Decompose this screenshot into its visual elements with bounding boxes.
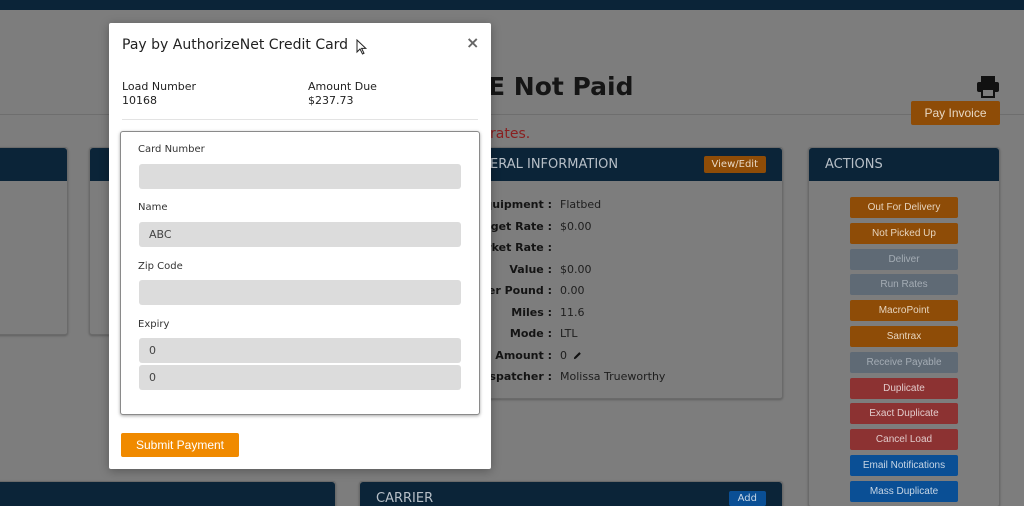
action-deliver-button[interactable]: Deliver <box>850 248 958 270</box>
bottom-left-panel <box>0 481 336 506</box>
expiry-year-input[interactable]: 0 <box>139 365 461 390</box>
info-row: Value : $0.00 <box>474 259 784 281</box>
info-row: Mode : LTL <box>474 323 784 345</box>
general-information-panel: ERAL INFORMATION View/Edit Equipment : Fl… <box>473 147 783 399</box>
info-row-value: 0 <box>560 348 567 362</box>
carrier-title: CARRIER <box>376 491 434 506</box>
expiry-label: Expiry <box>138 319 170 330</box>
load-number-label: Load Number <box>122 80 197 93</box>
rates-notice: rates. <box>490 126 531 142</box>
actions-header: ACTIONS <box>809 148 999 181</box>
info-row: Dispatcher : Molissa Trueworthy <box>474 366 784 388</box>
action-santrax-button[interactable]: Santrax <box>850 325 958 347</box>
pencil-icon[interactable] <box>573 351 582 360</box>
info-row-value: Flatbed <box>560 198 602 212</box>
close-icon[interactable]: × <box>466 35 479 51</box>
info-row-value: $0.00 <box>560 219 592 233</box>
action-not-picked-up-button[interactable]: Not Picked Up <box>850 222 958 244</box>
info-row: D Amount :0 <box>474 345 784 367</box>
pay-invoice-button[interactable]: Pay Invoice <box>911 101 1000 125</box>
info-row-value: $0.00 <box>560 262 592 276</box>
amount-due-value: $237.73 <box>308 94 354 107</box>
action-exact-duplicate-button[interactable]: Exact Duplicate <box>850 403 958 425</box>
bottom-left-panel-header <box>0 482 335 506</box>
info-row-value: 0.00 <box>560 284 585 298</box>
action-receive-payable-button[interactable]: Receive Payable <box>850 351 958 373</box>
add-carrier-button[interactable]: Add <box>728 491 766 506</box>
info-row-value: LTL <box>560 327 578 341</box>
expiry-month-input[interactable]: 0 <box>139 338 461 363</box>
zip-code-input[interactable] <box>139 280 461 305</box>
payment-modal: Pay by AuthorizeNet Credit Card × Load N… <box>109 23 491 469</box>
zip-code-label: Zip Code <box>138 261 183 272</box>
card-number-input[interactable] <box>139 164 461 189</box>
info-row: Per Pound :0.00 <box>474 280 784 302</box>
info-row: arket Rate : <box>474 237 784 259</box>
mouse-cursor-icon <box>356 39 368 55</box>
action-macropoint-button[interactable]: MacroPoint <box>850 300 958 322</box>
card-form: Card Number Name ABC Zip Code Expiry 0 0 <box>120 131 480 415</box>
page-title: E Not Paid <box>488 72 634 101</box>
name-input[interactable]: ABC <box>139 222 461 247</box>
info-row: Miles :11.6 <box>474 302 784 324</box>
printer-icon[interactable] <box>976 76 1000 98</box>
actions-panel: ACTIONS Out For Delivery Not Picked Up Del… <box>808 147 1000 506</box>
general-information-header: ERAL INFORMATION View/Edit <box>474 148 782 181</box>
general-information-title: ERAL INFORMATION <box>490 157 619 172</box>
card-number-label: Card Number <box>138 144 205 155</box>
modal-title: Pay by AuthorizeNet Credit Card <box>122 37 349 53</box>
carrier-header: CARRIER Add <box>360 482 782 506</box>
actions-title: ACTIONS <box>825 157 883 172</box>
view-edit-button[interactable]: View/Edit <box>703 156 766 173</box>
submit-payment-button[interactable]: Submit Payment <box>121 433 239 457</box>
action-duplicate-button[interactable]: Duplicate <box>850 377 958 399</box>
load-number-value: 10168 <box>122 94 157 107</box>
name-label: Name <box>138 202 168 213</box>
info-row: arget Rate : $0.00 <box>474 216 784 238</box>
modal-divider <box>122 119 478 120</box>
left-panel-header <box>0 148 67 181</box>
amount-due-label: Amount Due <box>308 80 377 93</box>
action-mass-duplicate-button[interactable]: Mass Duplicate <box>850 480 958 502</box>
general-information-rows: Equipment : Flatbed arget Rate : $0.00 arket… <box>474 194 784 388</box>
action-email-notifications-button[interactable]: Email Notifications <box>850 454 958 476</box>
info-row: Equipment : Flatbed <box>474 194 784 216</box>
carrier-panel: CARRIER Add <box>359 481 783 506</box>
left-panel <box>0 147 68 335</box>
action-cancel-load-button[interactable]: Cancel Load <box>850 429 958 451</box>
action-out-for-delivery-button[interactable]: Out For Delivery <box>850 197 958 218</box>
info-row-value: Molissa Trueworthy <box>560 370 666 384</box>
action-run-rates-button[interactable]: Run Rates <box>850 274 958 296</box>
info-row-value: 11.6 <box>560 305 585 319</box>
actions-list: Out For Delivery Not Picked Up Deliver Run … <box>850 197 958 506</box>
top-nav-bar <box>0 0 1024 10</box>
